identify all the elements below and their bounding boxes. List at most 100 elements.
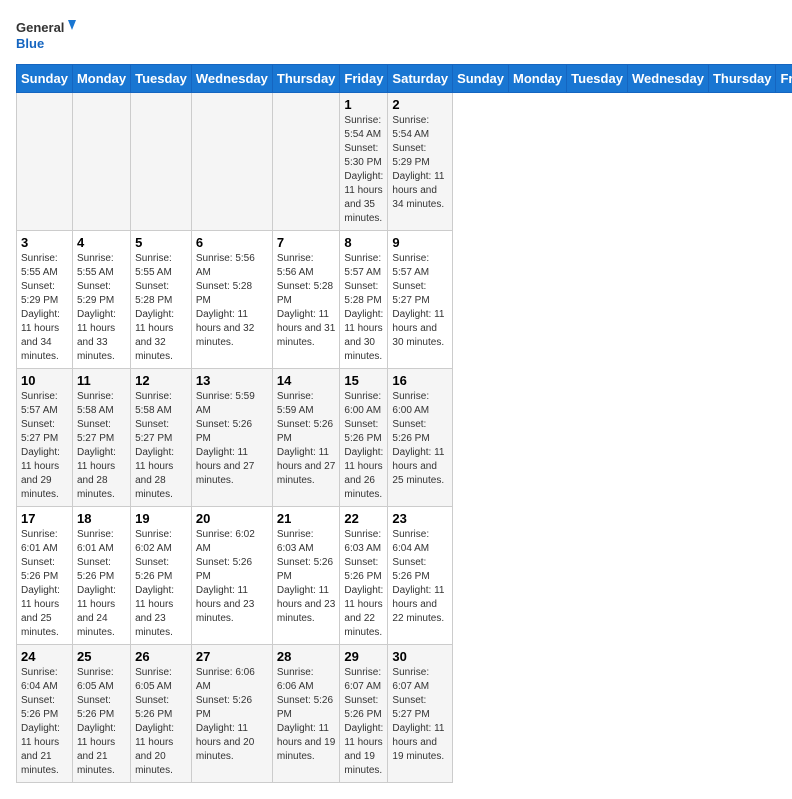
header-wednesday: Wednesday bbox=[627, 65, 708, 93]
day-info: Sunrise: 5:58 AMSunset: 5:27 PMDaylight:… bbox=[77, 390, 126, 502]
day-info: Sunrise: 5:57 AMSunset: 5:27 PMDaylight:… bbox=[21, 390, 68, 502]
day-info: Sunrise: 5:54 AMSunset: 5:29 PMDaylight:… bbox=[392, 114, 448, 212]
day-info: Sunrise: 5:57 AMSunset: 5:27 PMDaylight:… bbox=[392, 252, 448, 350]
day-info: Sunrise: 6:03 AMSunset: 5:26 PMDaylight:… bbox=[277, 528, 336, 626]
calendar-cell: 20 Sunrise: 6:02 AMSunset: 5:26 PMDayligh… bbox=[191, 507, 272, 645]
calendar-week-row: 3Sunrise: 5:55 AMSunset: 5:29 PMDaylight… bbox=[17, 231, 792, 369]
day-number: 18 bbox=[77, 511, 126, 526]
calendar-cell bbox=[191, 93, 272, 231]
day-number: 5 bbox=[135, 235, 187, 250]
day-number: 4 bbox=[77, 235, 126, 250]
calendar-cell: 14 Sunrise: 5:59 AMSunset: 5:26 PMDayligh… bbox=[272, 369, 340, 507]
day-info: Sunrise: 5:57 AMSunset: 5:28 PMDaylight:… bbox=[344, 252, 383, 364]
day-info: Sunrise: 6:03 AMSunset: 5:26 PMDaylight:… bbox=[344, 528, 383, 640]
calendar-week-row: 24 Sunrise: 6:04 AMSunset: 5:26 PMDayligh… bbox=[17, 645, 792, 783]
day-info: Sunrise: 5:56 AMSunset: 5:28 PMDaylight:… bbox=[196, 252, 268, 350]
day-number: 21 bbox=[277, 511, 336, 526]
day-number: 6 bbox=[196, 235, 268, 250]
header-saturday: Saturday bbox=[388, 65, 453, 93]
calendar-cell: 19 Sunrise: 6:02 AMSunset: 5:26 PMDayligh… bbox=[131, 507, 192, 645]
day-number: 24 bbox=[21, 649, 68, 664]
day-number: 17 bbox=[21, 511, 68, 526]
header-friday: Friday bbox=[776, 65, 792, 93]
day-number: 10 bbox=[21, 373, 68, 388]
day-info: Sunrise: 6:05 AMSunset: 5:26 PMDaylight:… bbox=[135, 666, 187, 778]
page-header: General Blue bbox=[16, 16, 776, 56]
calendar-cell bbox=[17, 93, 73, 231]
calendar-cell: 10 Sunrise: 5:57 AMSunset: 5:27 PMDayligh… bbox=[17, 369, 73, 507]
calendar-cell: 23 Sunrise: 6:04 AMSunset: 5:26 PMDayligh… bbox=[388, 507, 453, 645]
calendar-header-row: SundayMondayTuesdayWednesdayThursdayFrid… bbox=[17, 65, 792, 93]
logo-svg: General Blue bbox=[16, 16, 76, 56]
day-number: 28 bbox=[277, 649, 336, 664]
calendar-cell bbox=[72, 93, 130, 231]
calendar-cell: 16Sunrise: 6:00 AMSunset: 5:26 PMDayligh… bbox=[388, 369, 453, 507]
header-thursday: Thursday bbox=[272, 65, 340, 93]
day-info: Sunrise: 5:54 AMSunset: 5:30 PMDaylight:… bbox=[344, 114, 383, 226]
calendar-cell bbox=[131, 93, 192, 231]
header-monday: Monday bbox=[509, 65, 567, 93]
day-number: 29 bbox=[344, 649, 383, 664]
svg-text:Blue: Blue bbox=[16, 36, 44, 51]
calendar-cell: 13 Sunrise: 5:59 AMSunset: 5:26 PMDayligh… bbox=[191, 369, 272, 507]
day-info: Sunrise: 6:07 AMSunset: 5:26 PMDaylight:… bbox=[344, 666, 383, 778]
day-info: Sunrise: 6:06 AMSunset: 5:26 PMDaylight:… bbox=[196, 666, 268, 764]
calendar-table: SundayMondayTuesdayWednesdayThursdayFrid… bbox=[16, 64, 792, 783]
day-info: Sunrise: 5:55 AMSunset: 5:29 PMDaylight:… bbox=[77, 252, 126, 364]
calendar-cell: 4 Sunrise: 5:55 AMSunset: 5:29 PMDaylight… bbox=[72, 231, 130, 369]
day-number: 7 bbox=[277, 235, 336, 250]
day-number: 11 bbox=[77, 373, 126, 388]
day-number: 20 bbox=[196, 511, 268, 526]
day-number: 1 bbox=[344, 97, 383, 112]
header-friday: Friday bbox=[340, 65, 388, 93]
calendar-cell: 15 Sunrise: 6:00 AMSunset: 5:26 PMDayligh… bbox=[340, 369, 388, 507]
day-info: Sunrise: 6:05 AMSunset: 5:26 PMDaylight:… bbox=[77, 666, 126, 778]
day-number: 19 bbox=[135, 511, 187, 526]
calendar-cell: 12 Sunrise: 5:58 AMSunset: 5:27 PMDayligh… bbox=[131, 369, 192, 507]
calendar-cell: 27Sunrise: 6:06 AMSunset: 5:26 PMDayligh… bbox=[191, 645, 272, 783]
day-info: Sunrise: 5:59 AMSunset: 5:26 PMDaylight:… bbox=[196, 390, 268, 488]
calendar-cell: 17 Sunrise: 6:01 AMSunset: 5:26 PMDayligh… bbox=[17, 507, 73, 645]
day-number: 25 bbox=[77, 649, 126, 664]
day-info: Sunrise: 5:59 AMSunset: 5:26 PMDaylight:… bbox=[277, 390, 336, 488]
calendar-cell: 6 Sunrise: 5:56 AMSunset: 5:28 PMDaylight… bbox=[191, 231, 272, 369]
day-number: 14 bbox=[277, 373, 336, 388]
day-number: 15 bbox=[344, 373, 383, 388]
calendar-cell: 3Sunrise: 5:55 AMSunset: 5:29 PMDaylight… bbox=[17, 231, 73, 369]
day-number: 23 bbox=[392, 511, 448, 526]
day-info: Sunrise: 6:02 AMSunset: 5:26 PMDaylight:… bbox=[135, 528, 187, 640]
day-info: Sunrise: 6:07 AMSunset: 5:27 PMDaylight:… bbox=[392, 666, 448, 764]
day-info: Sunrise: 6:02 AMSunset: 5:26 PMDaylight:… bbox=[196, 528, 268, 626]
day-number: 12 bbox=[135, 373, 187, 388]
calendar-cell: 5 Sunrise: 5:55 AMSunset: 5:28 PMDaylight… bbox=[131, 231, 192, 369]
day-number: 30 bbox=[392, 649, 448, 664]
day-number: 2 bbox=[392, 97, 448, 112]
calendar-cell: 29 Sunrise: 6:07 AMSunset: 5:26 PMDayligh… bbox=[340, 645, 388, 783]
day-info: Sunrise: 6:00 AMSunset: 5:26 PMDaylight:… bbox=[344, 390, 383, 502]
calendar-cell: 1 Sunrise: 5:54 AMSunset: 5:30 PMDaylight… bbox=[340, 93, 388, 231]
calendar-cell bbox=[272, 93, 340, 231]
calendar-cell: 30 Sunrise: 6:07 AMSunset: 5:27 PMDayligh… bbox=[388, 645, 453, 783]
calendar-cell: 11 Sunrise: 5:58 AMSunset: 5:27 PMDayligh… bbox=[72, 369, 130, 507]
day-number: 26 bbox=[135, 649, 187, 664]
header-wednesday: Wednesday bbox=[191, 65, 272, 93]
day-info: Sunrise: 6:04 AMSunset: 5:26 PMDaylight:… bbox=[21, 666, 68, 778]
header-thursday: Thursday bbox=[708, 65, 776, 93]
calendar-cell: 26 Sunrise: 6:05 AMSunset: 5:26 PMDayligh… bbox=[131, 645, 192, 783]
day-number: 22 bbox=[344, 511, 383, 526]
day-info: Sunrise: 6:01 AMSunset: 5:26 PMDaylight:… bbox=[21, 528, 68, 640]
header-monday: Monday bbox=[72, 65, 130, 93]
svg-text:General: General bbox=[16, 20, 64, 35]
day-info: Sunrise: 5:55 AMSunset: 5:29 PMDaylight:… bbox=[21, 252, 68, 364]
day-info: Sunrise: 6:04 AMSunset: 5:26 PMDaylight:… bbox=[392, 528, 448, 626]
calendar-week-row: 17 Sunrise: 6:01 AMSunset: 5:26 PMDayligh… bbox=[17, 507, 792, 645]
calendar-cell: 2 Sunrise: 5:54 AMSunset: 5:29 PMDaylight… bbox=[388, 93, 453, 231]
day-info: Sunrise: 5:58 AMSunset: 5:27 PMDaylight:… bbox=[135, 390, 187, 502]
header-sunday: Sunday bbox=[17, 65, 73, 93]
header-tuesday: Tuesday bbox=[131, 65, 192, 93]
calendar-cell: 28Sunrise: 6:06 AMSunset: 5:26 PMDayligh… bbox=[272, 645, 340, 783]
day-info: Sunrise: 6:01 AMSunset: 5:26 PMDaylight:… bbox=[77, 528, 126, 640]
day-info: Sunrise: 6:00 AMSunset: 5:26 PMDaylight:… bbox=[392, 390, 448, 488]
day-number: 13 bbox=[196, 373, 268, 388]
day-info: Sunrise: 5:55 AMSunset: 5:28 PMDaylight:… bbox=[135, 252, 187, 364]
